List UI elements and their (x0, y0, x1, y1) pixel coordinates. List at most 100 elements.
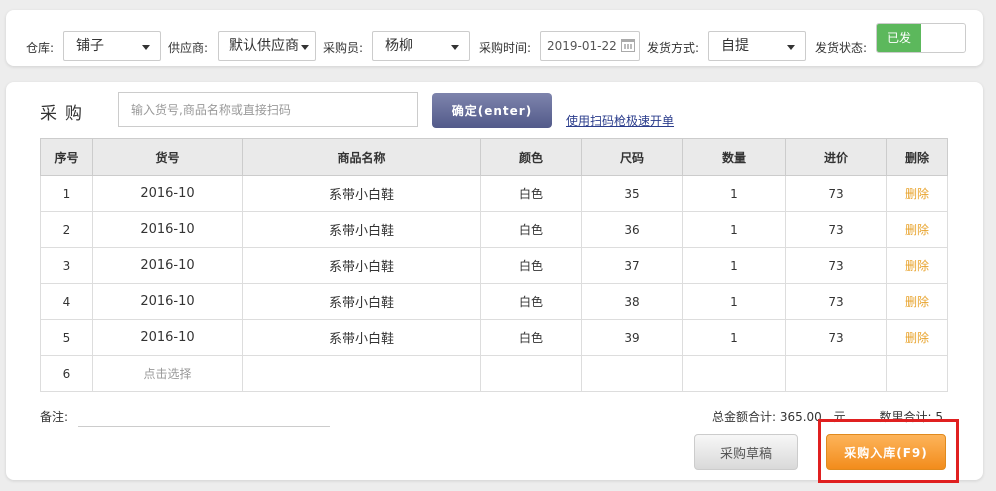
cell-color: 白色 (480, 319, 582, 356)
buyer-label: 采购员: (323, 41, 364, 55)
delete-link[interactable]: 删除 (886, 247, 948, 284)
delete-link[interactable]: 删除 (886, 283, 948, 320)
cell-color: 白色 (480, 175, 582, 212)
cell-color: 白色 (480, 211, 582, 248)
delete-link[interactable]: 删除 (886, 319, 948, 356)
cell-sku: 2016-10 (92, 319, 243, 356)
table-row: 5 2016-10 系带小白鞋 白色 39 1 73 删除 (40, 319, 948, 356)
purchase-table: 序号 货号 商品名称 颜色 尺码 数量 进价 删除 1 2016-10 系带小白… (40, 138, 948, 392)
cell-no: 5 (40, 319, 93, 356)
cell-no: 3 (40, 247, 93, 284)
page-title: 采购 (40, 104, 90, 124)
cell-price[interactable]: 73 (785, 175, 887, 212)
header-quantity: 数量 (682, 138, 786, 176)
toggle-on-label: 已发 (877, 24, 921, 52)
cell-quantity[interactable]: 1 (682, 247, 786, 284)
table-row: 1 2016-10 系带小白鞋 白色 35 1 73 删除 (40, 175, 948, 212)
table-row-empty: 6 点击选择 (40, 355, 948, 392)
chevron-down-icon (451, 45, 459, 50)
cell-sku: 2016-10 (92, 175, 243, 212)
cell-color (480, 355, 582, 392)
cell-color: 白色 (480, 283, 582, 320)
cell-size: 39 (581, 319, 683, 356)
total-amount-value: 365.00 (779, 410, 822, 424)
remark-label: 备注: (40, 410, 69, 424)
purchase-date-input[interactable]: 2019-01-22 (540, 31, 640, 61)
chevron-down-icon (142, 45, 150, 50)
cell-no: 6 (40, 355, 93, 392)
purchase-stock-in-button[interactable]: 采购入库(F9) (826, 434, 946, 470)
shipping-method-value: 自提 (721, 38, 749, 54)
totals-summary: 总金额合计: 365.00 元 数里合计: 5 (712, 408, 943, 425)
warehouse-label: 仓库: (26, 41, 55, 55)
purchase-date-value: 2019-01-22 (547, 39, 617, 53)
shipping-status-label: 发货状态: (815, 41, 868, 55)
header-product-name: 商品名称 (242, 138, 481, 176)
cell-no: 2 (40, 211, 93, 248)
shipping-method-select[interactable]: 自提 (708, 31, 806, 61)
cell-product-name: 系带小白鞋 (242, 283, 481, 320)
table-row: 4 2016-10 系带小白鞋 白色 38 1 73 删除 (40, 283, 948, 320)
confirm-button[interactable]: 确定(enter) (432, 93, 552, 128)
cell-quantity[interactable]: 1 (682, 211, 786, 248)
header-sku: 货号 (92, 138, 243, 176)
buyer-value: 杨柳 (385, 38, 413, 54)
save-draft-button[interactable]: 采购草稿 (694, 434, 798, 470)
total-qty-value: 5 (935, 410, 943, 424)
cell-price[interactable]: 73 (785, 319, 887, 356)
cell-no: 1 (40, 175, 93, 212)
cell-size: 37 (581, 247, 683, 284)
shipping-status-toggle[interactable]: 已发 (876, 23, 966, 53)
warehouse-value: 铺子 (76, 38, 104, 54)
buyer-select[interactable]: 杨柳 (372, 31, 470, 61)
chevron-down-icon (787, 45, 795, 50)
cell-color: 白色 (480, 247, 582, 284)
cell-product-name: 系带小白鞋 (242, 247, 481, 284)
purchase-time-label: 采购时间: (479, 41, 532, 55)
cell-price[interactable]: 73 (785, 247, 887, 284)
choose-product-cell[interactable]: 点击选择 (92, 355, 243, 392)
cell-no: 4 (40, 283, 93, 320)
cell-sku: 2016-10 (92, 211, 243, 248)
calendar-icon[interactable] (621, 39, 635, 52)
chevron-down-icon (301, 45, 309, 50)
total-amount-label: 总金额合计: (711, 410, 776, 424)
cell-quantity[interactable]: 1 (682, 283, 786, 320)
table-row: 3 2016-10 系带小白鞋 白色 37 1 73 删除 (40, 247, 948, 284)
cell-quantity[interactable]: 1 (682, 175, 786, 212)
cell-sku: 2016-10 (92, 247, 243, 284)
search-input[interactable] (118, 92, 418, 127)
cell-price[interactable]: 73 (785, 211, 887, 248)
cell-product-name: 系带小白鞋 (242, 175, 481, 212)
cell-product-name (242, 355, 481, 392)
cell-sku: 2016-10 (92, 283, 243, 320)
shipping-method-label: 发货方式: (647, 41, 700, 55)
header-no: 序号 (40, 138, 93, 176)
filter-bar: 仓库: 铺子 供应商: 默认供应商 采购员: 杨柳 采购时间: 2019-01-… (6, 10, 983, 66)
supplier-label: 供应商: (168, 41, 209, 55)
cell-product-name: 系带小白鞋 (242, 211, 481, 248)
header-price: 进价 (785, 138, 887, 176)
header-delete: 删除 (886, 138, 948, 176)
table-header-row: 序号 货号 商品名称 颜色 尺码 数量 进价 删除 (40, 138, 948, 176)
cell-delete (886, 355, 948, 392)
cell-quantity[interactable]: 1 (682, 319, 786, 356)
currency-unit: 元 (833, 410, 846, 424)
cell-price[interactable]: 73 (785, 283, 887, 320)
cell-price (785, 355, 887, 392)
supplier-select[interactable]: 默认供应商 (218, 31, 316, 61)
warehouse-select[interactable]: 铺子 (63, 31, 161, 61)
remark-input[interactable] (78, 402, 330, 427)
cell-size: 38 (581, 283, 683, 320)
delete-link[interactable]: 删除 (886, 175, 948, 212)
scan-gun-link[interactable]: 使用扫码枪极速开单 (566, 112, 674, 129)
delete-link[interactable]: 删除 (886, 211, 948, 248)
total-qty-label: 数里合计: (879, 410, 932, 424)
header-size: 尺码 (581, 138, 683, 176)
table-row: 2 2016-10 系带小白鞋 白色 36 1 73 删除 (40, 211, 948, 248)
cell-product-name: 系带小白鞋 (242, 319, 481, 356)
cell-size: 36 (581, 211, 683, 248)
supplier-value: 默认供应商 (229, 38, 299, 54)
purchase-panel: 采购 确定(enter) 使用扫码枪极速开单 序号 货号 商品名称 颜色 尺码 … (6, 82, 983, 480)
cell-size: 35 (581, 175, 683, 212)
